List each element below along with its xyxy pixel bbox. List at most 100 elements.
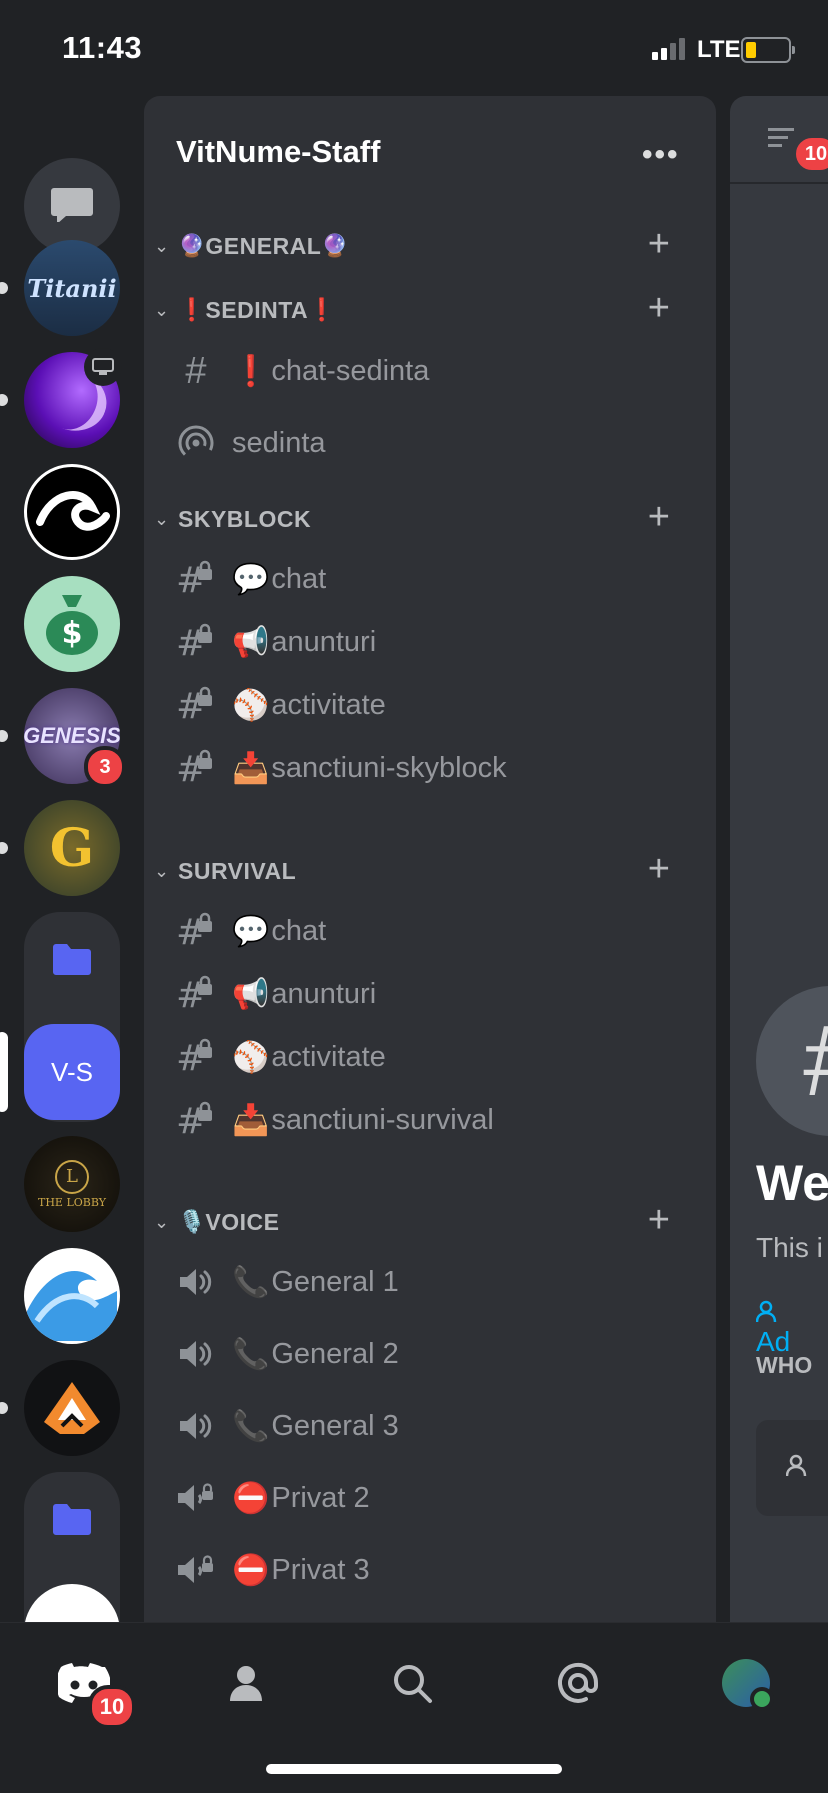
voice-speaker-icon	[174, 1332, 218, 1376]
channel-row[interactable]: # 📥 sanctiuni-skyblock	[174, 740, 674, 796]
money-bag-icon: $	[46, 595, 98, 655]
server-crown[interactable]	[24, 1360, 120, 1456]
server-lobby-label: THE LOBBY	[37, 1195, 106, 1209]
channel-emoji: 📢	[232, 977, 270, 1011]
server-titanii-label: Titanii	[27, 273, 117, 303]
search-icon	[394, 1665, 432, 1703]
channel-name: anunturi	[271, 625, 377, 658]
category-survival[interactable]: ⌄ SURVIVAL +	[154, 850, 694, 891]
rail-divider	[40, 222, 104, 224]
tab-search[interactable]	[382, 1653, 442, 1713]
tab-mentions[interactable]	[548, 1653, 608, 1713]
add-channel-button[interactable]: +	[648, 1201, 670, 1239]
category-emoji: 🎙️	[178, 1209, 206, 1234]
channel-row[interactable]: # ⚾ activitate	[174, 1029, 674, 1085]
channel-row[interactable]: # ⚾ activitate	[174, 677, 674, 733]
channel-row[interactable]: # 📥 sanctiuni-survival	[174, 1092, 674, 1148]
server-rail: Titanii $ GENESIS 3 G V-S L THE LOBBY	[0, 96, 144, 1622]
status-time: 11:43	[62, 30, 143, 65]
server-money[interactable]: $	[24, 576, 120, 672]
channel-emoji: 📞	[232, 1337, 270, 1371]
locked-voice-icon	[174, 1548, 218, 1592]
guild-name[interactable]: VitNume-Staff	[176, 134, 380, 170]
add-members-link[interactable]: Ad	[755, 1294, 828, 1358]
category-voice[interactable]: ⌄ 🎙️ VOICE +	[154, 1201, 694, 1242]
cellular-signal-icon	[652, 38, 688, 60]
who-card[interactable]	[756, 1420, 828, 1516]
at-sign-icon	[558, 1662, 599, 1703]
channel-name: sedinta	[232, 426, 326, 459]
channel-row[interactable]: ⛔ Privat 2	[174, 1470, 674, 1526]
tab-profile[interactable]	[716, 1653, 776, 1713]
chat-header: 10	[730, 96, 828, 184]
friends-icon	[227, 1666, 262, 1701]
category-emoji: ❗	[178, 297, 206, 322]
add-channel-button[interactable]: +	[648, 850, 670, 888]
pixel-wave-icon	[27, 1271, 117, 1341]
channel-chat-sedinta[interactable]: # ❗ chat-sedinta	[174, 343, 674, 399]
channel-name: General 1	[271, 1265, 399, 1298]
channel-row[interactable]: # 💬 chat	[174, 551, 674, 607]
lobby-logo: L THE LOBBY	[37, 1159, 106, 1209]
home-indicator[interactable]	[266, 1764, 562, 1774]
more-options-icon[interactable]: •••	[642, 138, 680, 172]
channel-emoji: ❗	[232, 354, 270, 388]
channel-emoji: 💬	[232, 914, 270, 948]
server-pixel-wave[interactable]	[24, 1248, 120, 1344]
folder-toggle[interactable]	[24, 912, 120, 1008]
channel-row[interactable]: ⛔ Privat 3	[174, 1542, 674, 1598]
category-emoji: ❗	[308, 297, 336, 322]
add-channel-button[interactable]: +	[648, 498, 670, 536]
tab-friends[interactable]	[216, 1653, 276, 1713]
add-channel-button[interactable]: +	[648, 289, 670, 327]
category-sedinta[interactable]: ⌄ ❗ SEDINTA ❗ +	[154, 289, 694, 330]
channel-emoji: ⚾	[232, 688, 270, 722]
category-skyblock[interactable]: ⌄ SKYBLOCK +	[154, 498, 694, 539]
category-emoji: 🔮	[321, 233, 349, 258]
selected-pill	[0, 1032, 8, 1112]
server-gaming[interactable]: G	[24, 800, 120, 896]
monitor-icon	[92, 358, 114, 375]
channel-row[interactable]: 📞 General 2	[174, 1326, 674, 1382]
channel-emoji: 📞	[232, 1409, 270, 1443]
avatar	[722, 1659, 774, 1711]
folder-toggle-2[interactable]	[24, 1472, 120, 1568]
crown-logo-icon	[44, 1382, 100, 1434]
unread-pill	[0, 282, 8, 294]
channel-row[interactable]: # 💬 chat	[174, 903, 674, 959]
hashtag-icon: #	[185, 349, 207, 392]
chat-bubble-icon	[51, 188, 93, 224]
locked-channel-icon: #	[174, 972, 218, 1016]
channel-row[interactable]: 📞 General 1	[174, 1254, 674, 1310]
add-channel-button[interactable]: +	[648, 225, 670, 263]
channel-name: Privat 3	[271, 1553, 370, 1586]
channel-name: chat	[271, 562, 327, 595]
server-titanii[interactable]: Titanii	[24, 240, 120, 336]
channel-row[interactable]: # 📢 anunturi	[174, 614, 674, 670]
people-icon	[786, 1454, 807, 1477]
server-vs[interactable]: V-S	[24, 1024, 120, 1120]
channel-sedinta-stage[interactable]: sedinta	[174, 415, 674, 471]
welcome-desc: This i	[756, 1232, 823, 1263]
channel-emoji: 📢	[232, 625, 270, 659]
svg-text:$: $	[62, 616, 83, 651]
voice-speaker-icon	[174, 1260, 218, 1304]
channel-emoji: ⛔	[232, 1481, 270, 1515]
welcome-title: We	[756, 1155, 828, 1211]
voice-speaker-icon	[174, 1404, 218, 1448]
chat-view-peek[interactable]: 10 # We This i Ad WHO	[730, 96, 828, 1622]
channel-name: chat	[271, 914, 327, 947]
channel-name: anunturi	[271, 977, 377, 1010]
server-the-lobby[interactable]: L THE LOBBY	[24, 1136, 120, 1232]
server-wave[interactable]	[24, 464, 120, 560]
locked-channel-icon: #	[174, 683, 218, 727]
chevron-down-icon: ⌄	[154, 508, 170, 529]
channel-name: sanctiuni-skyblock	[271, 751, 507, 784]
channel-row[interactable]: 📞 General 3	[174, 1398, 674, 1454]
folder-icon	[53, 944, 91, 975]
category-general[interactable]: ⌄ 🔮 GENERAL 🔮 +	[154, 225, 694, 266]
channel-row[interactable]: # 📢 anunturi	[174, 966, 674, 1022]
locked-channel-icon: #	[174, 1098, 218, 1142]
screen-share-badge	[84, 348, 122, 386]
gaming-logo-icon: G	[49, 817, 95, 879]
